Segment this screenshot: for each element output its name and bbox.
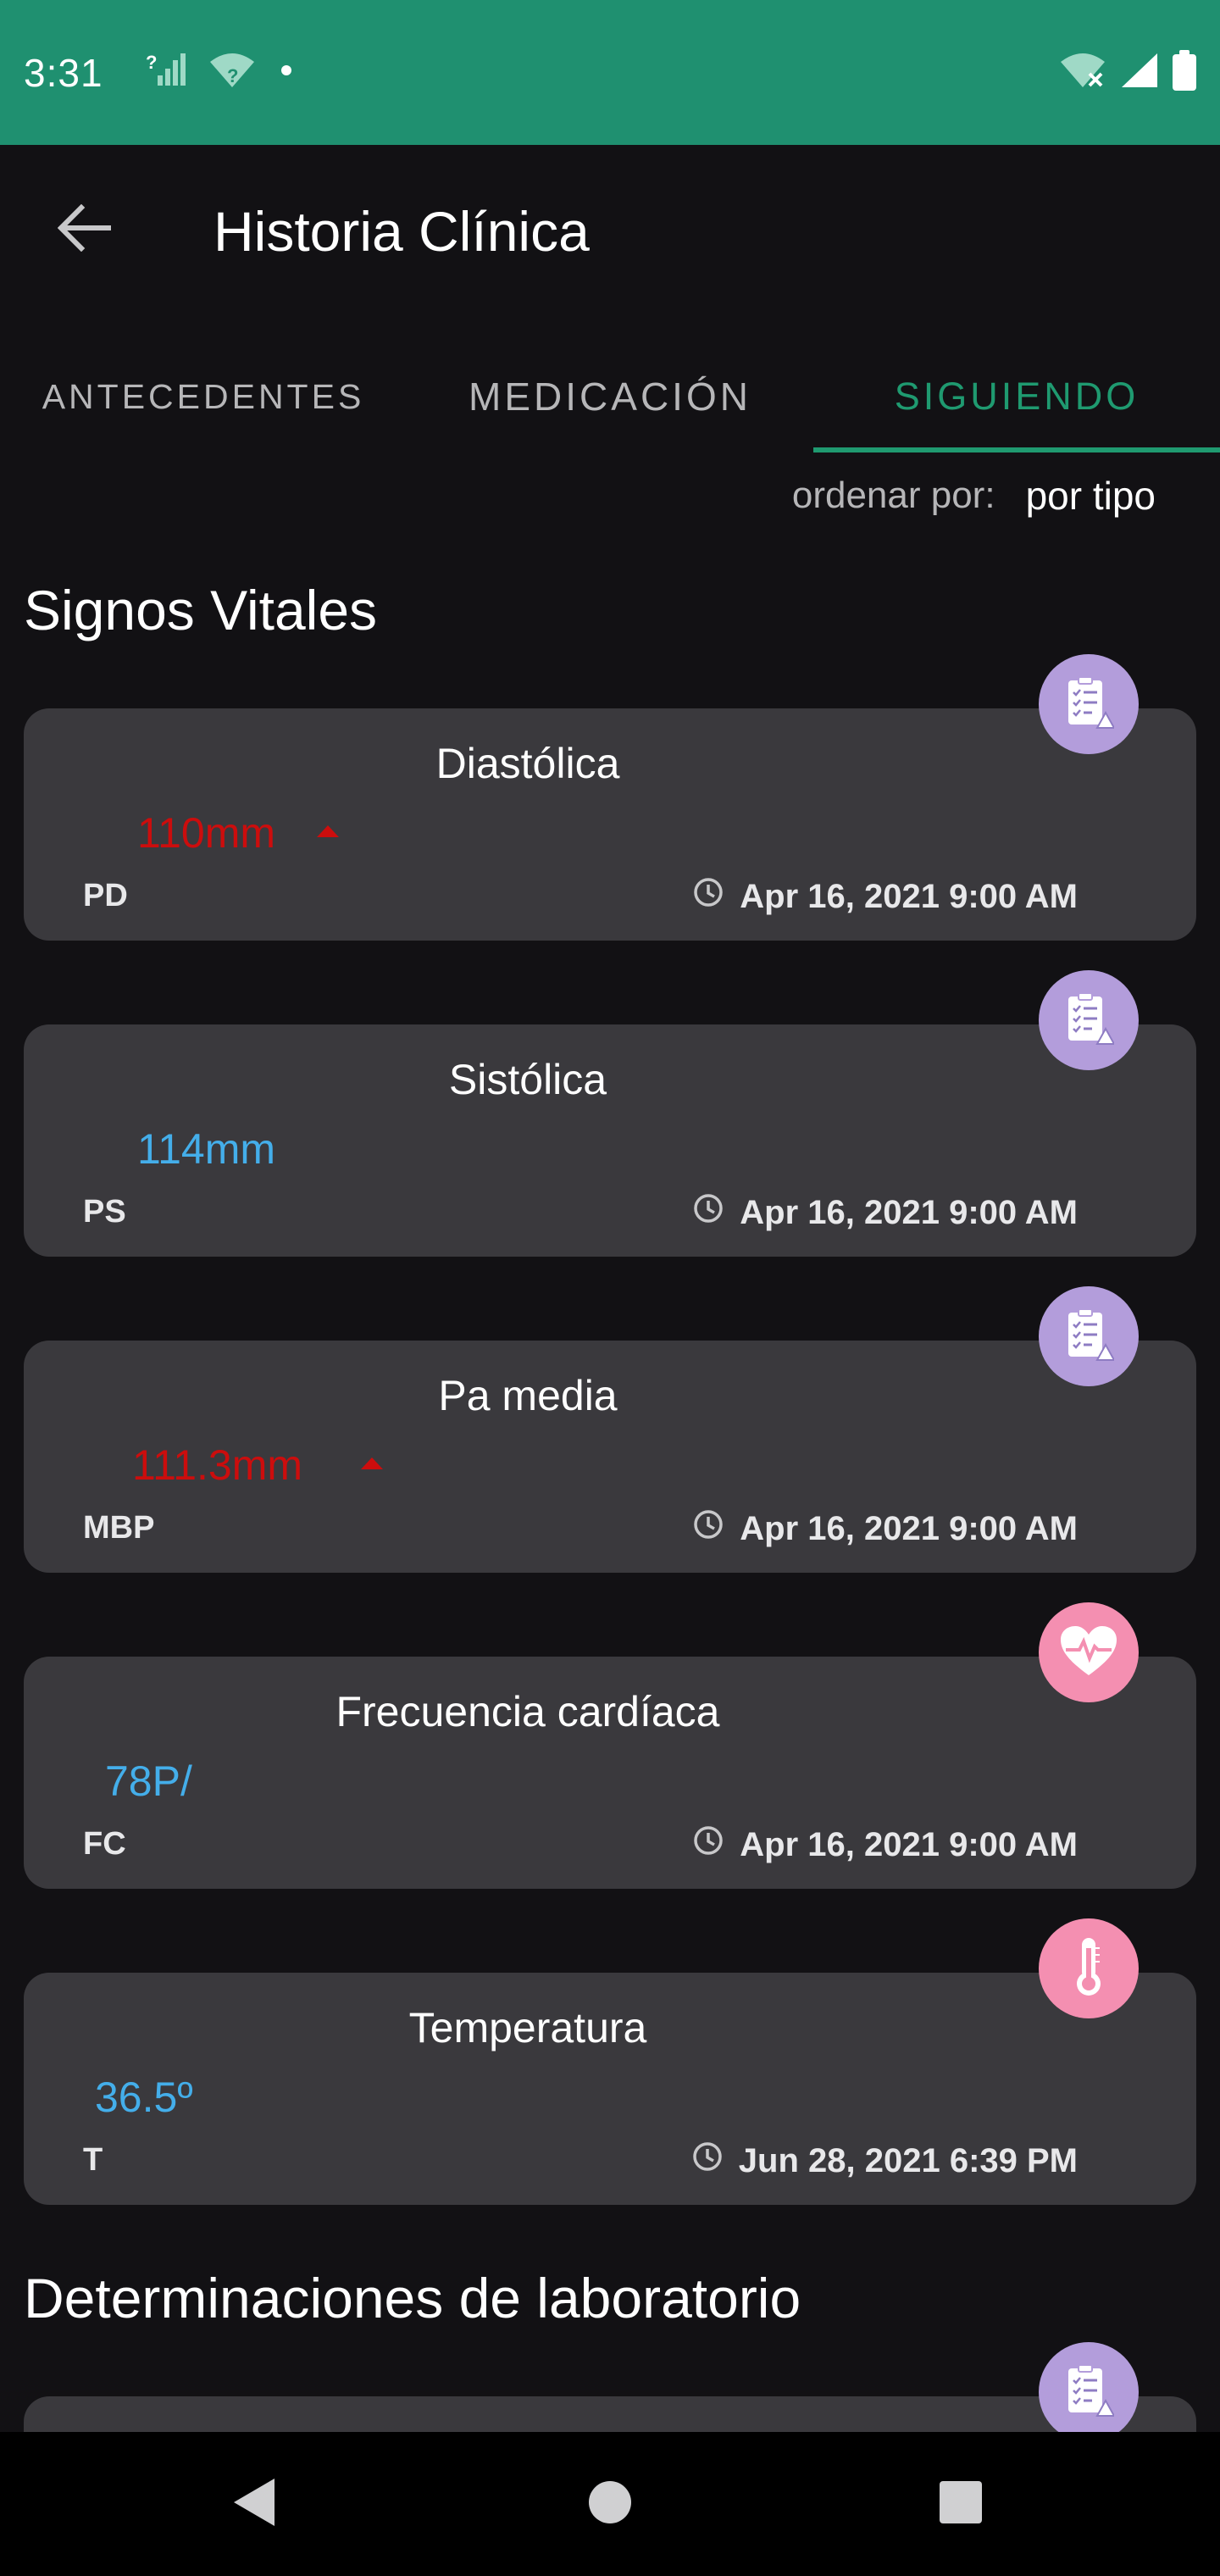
card-value: 110mm xyxy=(137,809,276,857)
card-time-text: Apr 16, 2021 9:00 AM xyxy=(740,1825,1078,1863)
card-value: 36.5º xyxy=(95,2074,193,2121)
nav-home-icon xyxy=(587,2479,633,2529)
card-value: 78P/ xyxy=(105,1757,192,1805)
card-value: 114mm xyxy=(137,1125,276,1173)
wifi-unknown-icon: ? xyxy=(208,52,256,93)
vital-card-frecuencia-cardiaca[interactable]: Frecuencia cardíaca 78P/ FC Apr 16, 2021… xyxy=(24,1657,1196,1889)
vital-type-badge xyxy=(1039,1286,1139,1386)
vital-card-temperatura[interactable]: Temperatura 36.5º T Jun 28, 2021 6:39 PM xyxy=(24,1973,1196,2205)
vital-card-diastolica[interactable]: Diastólica 110mm PD Apr 16, 2021 9:00 AM xyxy=(24,708,1196,941)
card-code: PD xyxy=(83,878,128,913)
section-title-lab: Determinaciones de laboratorio xyxy=(24,2267,801,2329)
screen: 3:31 ? ? Historia Clínica ANTECEDENTES M… xyxy=(0,0,1220,2576)
trend-up-icon xyxy=(315,822,341,839)
clock-icon xyxy=(691,2140,724,2181)
heart-pulse-icon xyxy=(1059,1624,1118,1681)
nav-back-icon xyxy=(230,2477,278,2532)
vital-card-sistolica[interactable]: Sistólica 114mm PS Apr 16, 2021 9:00 AM xyxy=(24,1024,1196,1257)
card-timestamp: Apr 16, 2021 9:00 AM xyxy=(692,1824,1078,1865)
clipboard-checklist-icon xyxy=(1063,991,1116,1050)
sort-label: ordenar por: xyxy=(791,475,995,516)
vital-card-pa-media[interactable]: Pa media 111.3mm MBP Apr 16, 2021 9:00 A… xyxy=(24,1341,1196,1573)
arrow-back-icon xyxy=(57,203,112,256)
card-title: Diastólica xyxy=(435,740,620,787)
clock-icon xyxy=(692,876,724,917)
status-right-icons xyxy=(1059,50,1196,95)
page-title: Historia Clínica xyxy=(214,200,590,263)
clipboard-checklist-icon xyxy=(1063,675,1116,734)
wifi-off-icon xyxy=(1059,52,1106,93)
status-time: 3:31 xyxy=(24,50,103,95)
card-timestamp: Jun 28, 2021 6:39 PM xyxy=(691,2140,1078,2181)
app-bar: Historia Clínica xyxy=(0,145,1220,314)
status-bar: 3:31 ? ? xyxy=(0,0,1220,145)
system-nav-bar xyxy=(0,2432,1220,2576)
battery-icon xyxy=(1173,50,1196,95)
nav-recents-button[interactable] xyxy=(914,2457,1007,2551)
notification-dot-icon xyxy=(278,62,295,83)
section-title-vitals: Signos Vitales xyxy=(24,579,378,641)
vital-type-badge xyxy=(1039,654,1139,754)
vital-type-badge xyxy=(1039,1602,1139,1702)
clipboard-checklist-icon xyxy=(1063,2363,1116,2422)
svg-text:?: ? xyxy=(146,52,157,73)
tab-medicacion[interactable]: MEDICACIÓN xyxy=(407,341,813,452)
clock-icon xyxy=(692,1508,724,1549)
cell-signal-icon xyxy=(1120,52,1159,93)
card-title: Frecuencia cardíaca xyxy=(336,1688,720,1735)
tab-siguiendo[interactable]: SIGUIENDO xyxy=(813,341,1220,452)
nav-back-button[interactable] xyxy=(208,2457,301,2551)
tab-bar: ANTECEDENTES MEDICACIÓN SIGUIENDO xyxy=(0,341,1220,452)
card-code: PS xyxy=(83,1194,126,1230)
card-timestamp: Apr 16, 2021 9:00 AM xyxy=(692,1508,1078,1549)
card-code: MBP xyxy=(83,1510,155,1546)
clock-icon xyxy=(692,1824,724,1865)
tab-indicator xyxy=(813,447,1220,452)
svg-text:?: ? xyxy=(227,65,238,86)
sort-dropdown[interactable]: por tipo xyxy=(1026,473,1156,519)
vital-type-badge xyxy=(1039,1918,1139,2018)
card-title: Sistólica xyxy=(448,1056,607,1103)
nav-recents-icon xyxy=(938,2479,984,2529)
card-time-text: Apr 16, 2021 9:00 AM xyxy=(740,1193,1078,1231)
card-time-text: Apr 16, 2021 9:00 AM xyxy=(740,877,1078,915)
card-code: T xyxy=(83,2142,103,2178)
nav-home-button[interactable] xyxy=(563,2457,657,2551)
signal-unknown-icon: ? xyxy=(146,50,186,95)
status-left-icons: ? ? xyxy=(146,50,295,95)
back-button[interactable] xyxy=(51,196,119,264)
vital-type-badge xyxy=(1039,970,1139,1070)
card-title: Temperatura xyxy=(408,2004,647,2051)
thermometer-icon xyxy=(1072,1936,1106,2001)
tab-antecedentes[interactable]: ANTECEDENTES xyxy=(0,341,407,452)
trend-up-icon xyxy=(359,1454,385,1471)
card-timestamp: Apr 16, 2021 9:00 AM xyxy=(692,876,1078,917)
card-value: 111.3mm xyxy=(132,1441,303,1489)
card-code: FC xyxy=(83,1826,126,1862)
card-timestamp: Apr 16, 2021 9:00 AM xyxy=(692,1192,1078,1233)
card-title: Pa media xyxy=(438,1372,618,1419)
card-time-text: Apr 16, 2021 9:00 AM xyxy=(740,1509,1078,1547)
sort-row: ordenar por: por tipo xyxy=(792,473,1156,519)
clock-icon xyxy=(692,1192,724,1233)
clipboard-checklist-icon xyxy=(1063,1307,1116,1366)
card-time-text: Jun 28, 2021 6:39 PM xyxy=(738,2141,1078,2179)
lab-type-badge xyxy=(1039,2342,1139,2442)
